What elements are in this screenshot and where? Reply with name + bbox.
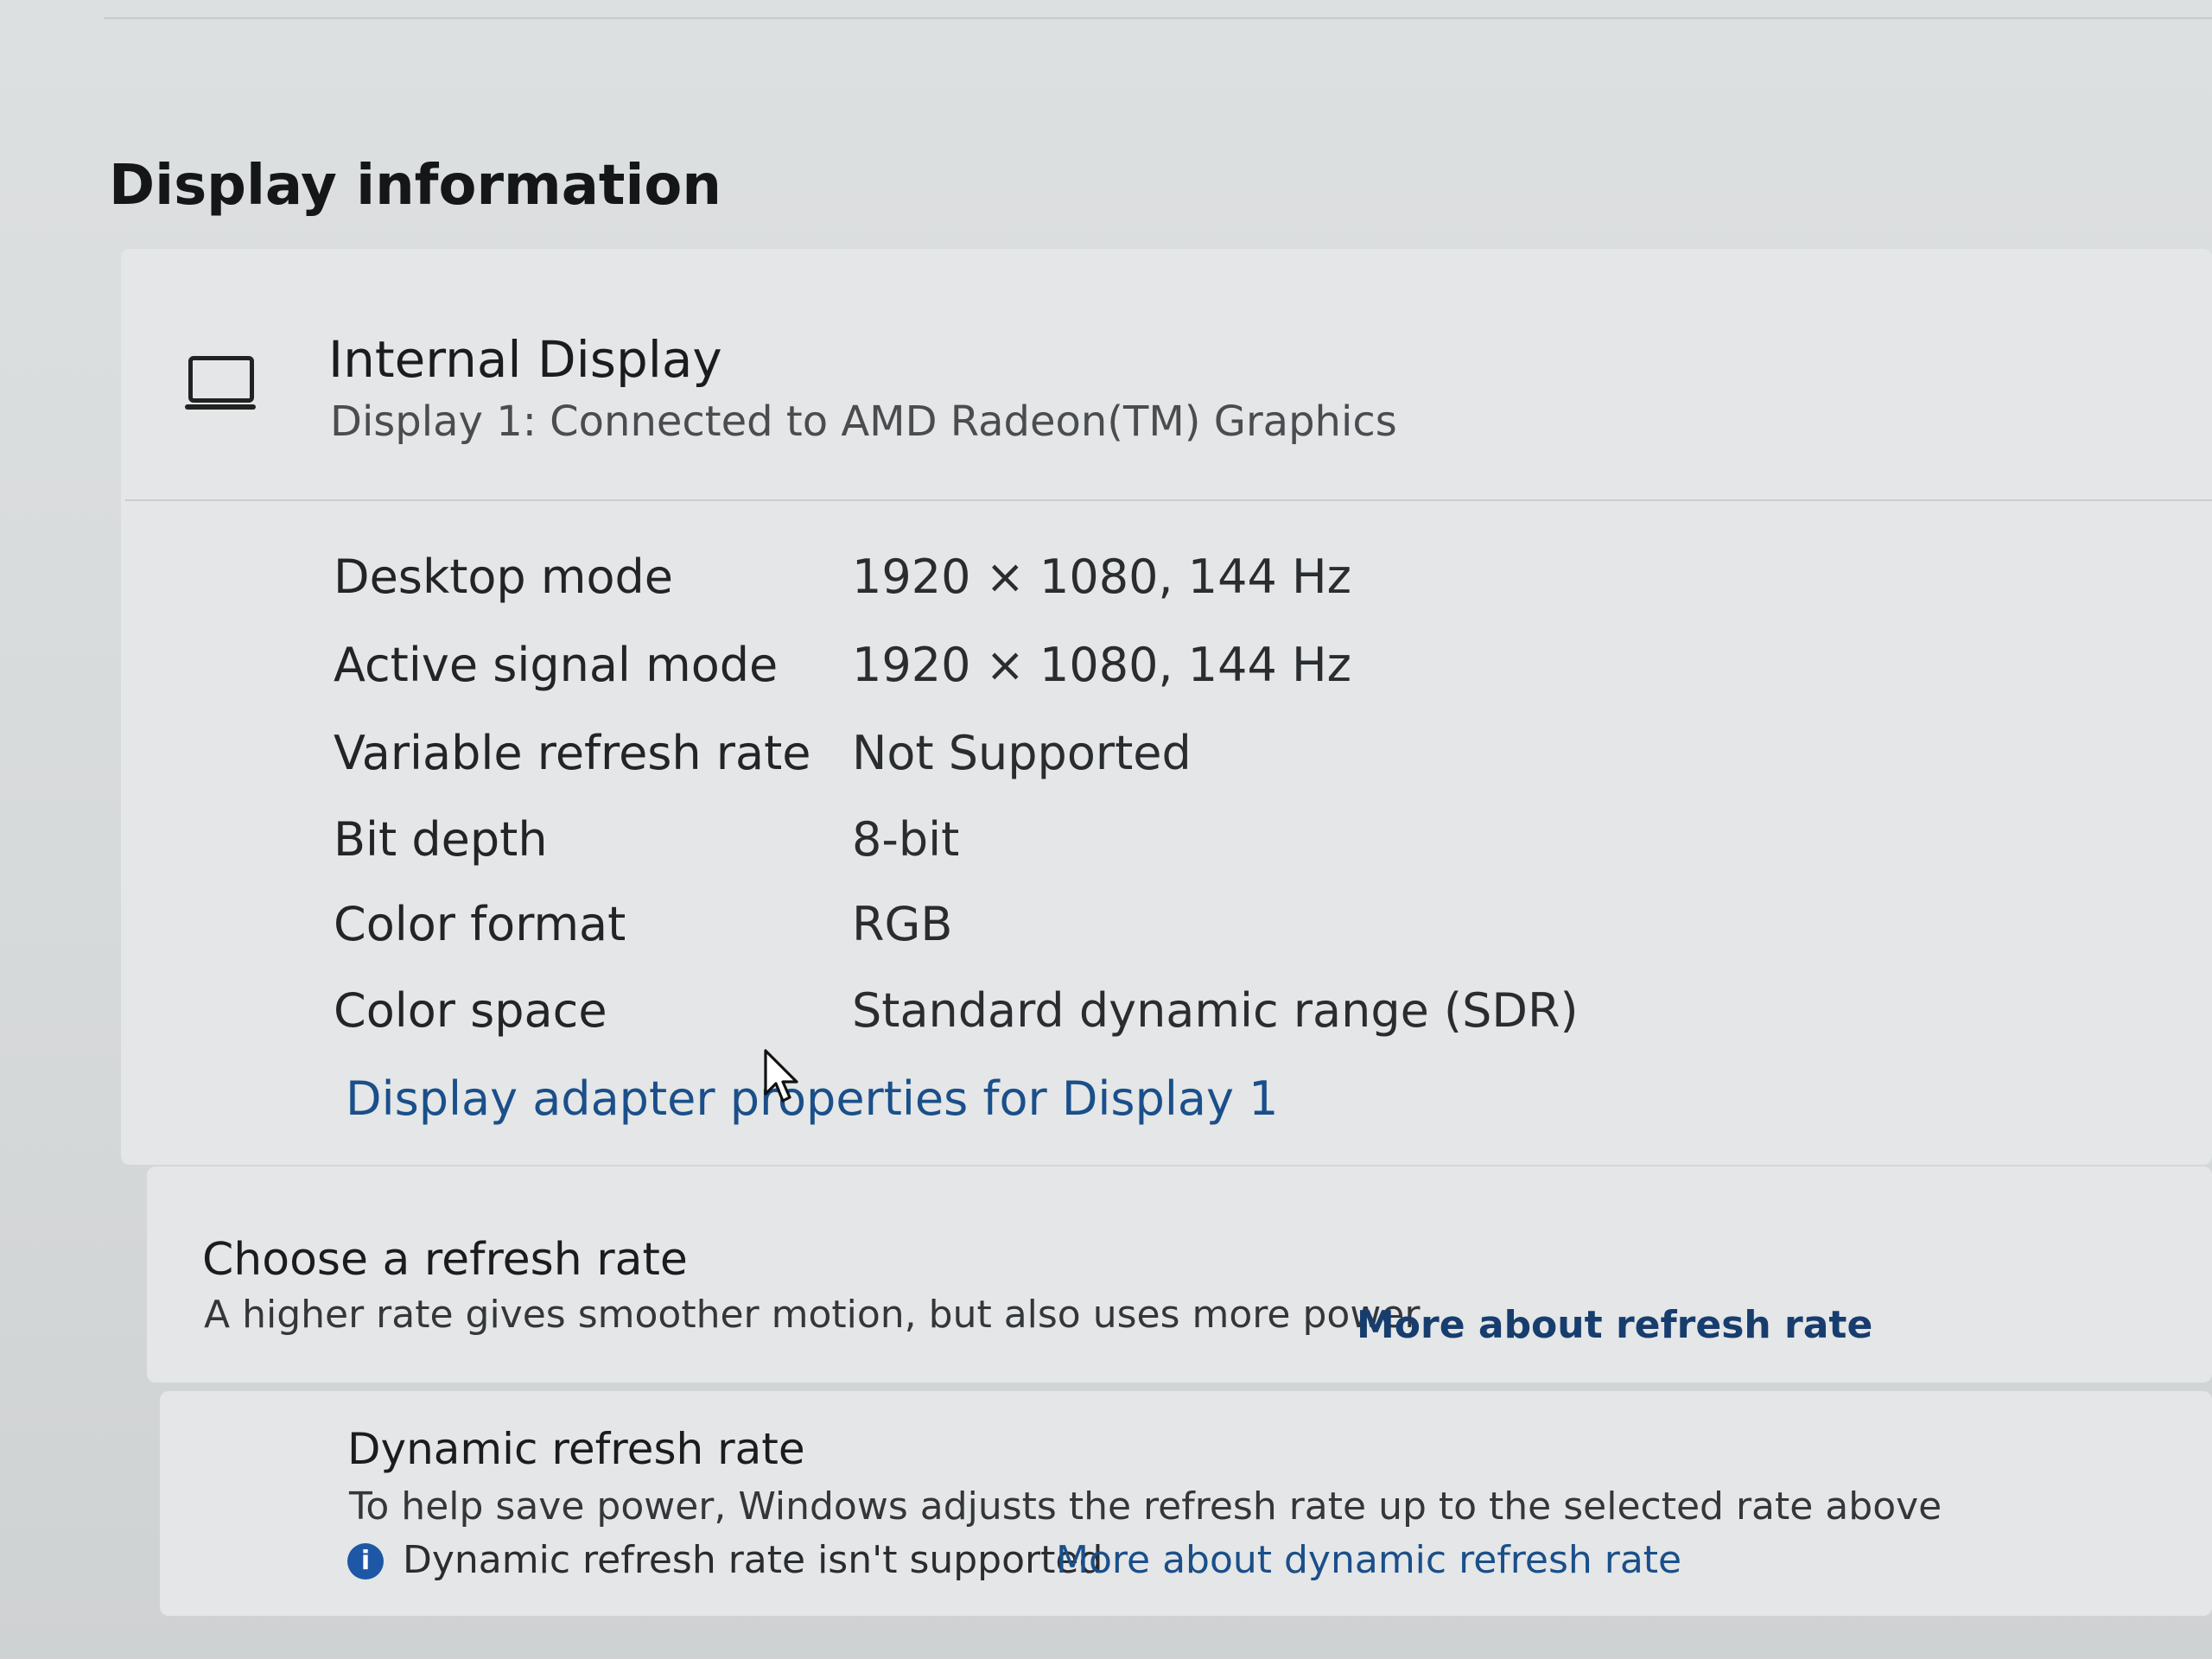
display-subtitle: Display 1: Connected to AMD Radeon(TM) G… <box>330 397 1397 446</box>
info-label: Variable refresh rate <box>334 726 811 780</box>
info-row-bit-depth: Bit depth 8-bit <box>334 812 2062 881</box>
display-name: Internal Display <box>328 330 722 389</box>
dynamic-refresh-title: Dynamic refresh rate <box>347 1424 805 1474</box>
info-value: Not Supported <box>852 726 1192 780</box>
info-row-active-signal-mode: Active signal mode 1920 × 1080, 144 Hz <box>334 638 2062 707</box>
info-value: RGB <box>852 897 953 951</box>
top-divider <box>104 0 2212 19</box>
info-label: Desktop mode <box>334 550 674 604</box>
info-label: Color space <box>334 983 607 1038</box>
card-divider <box>125 499 2212 501</box>
info-row-color-space: Color space Standard dynamic range (SDR) <box>334 983 2062 1052</box>
info-row-desktop-mode: Desktop mode 1920 × 1080, 144 Hz <box>334 550 2062 619</box>
info-value: 1920 × 1080, 144 Hz <box>852 550 1351 604</box>
info-row-variable-refresh-rate: Variable refresh rate Not Supported <box>334 726 2062 795</box>
info-label: Active signal mode <box>334 638 779 692</box>
section-title: Display information <box>109 154 721 218</box>
laptop-icon <box>185 356 256 411</box>
info-label: Bit depth <box>334 812 548 867</box>
info-value: 8-bit <box>852 812 960 867</box>
info-label: Color format <box>334 897 626 951</box>
info-value: Standard dynamic range (SDR) <box>852 983 1579 1038</box>
mouse-cursor-icon <box>764 1049 798 1103</box>
refresh-rate-title: Choose a refresh rate <box>202 1234 688 1286</box>
dynamic-refresh-note: Dynamic refresh rate isn't supported <box>403 1538 1103 1582</box>
info-row-color-format: Color format RGB <box>334 897 2062 966</box>
more-about-refresh-rate-link[interactable]: More about refresh rate <box>1357 1303 1872 1347</box>
display-adapter-properties-link[interactable]: Display adapter properties for Display 1 <box>346 1071 1278 1126</box>
settings-page: Display information Internal Display Dis… <box>0 0 2212 1659</box>
info-icon: i <box>347 1543 384 1580</box>
more-about-dynamic-refresh-link[interactable]: More about dynamic refresh rate <box>1056 1538 1681 1582</box>
info-value: 1920 × 1080, 144 Hz <box>852 638 1351 692</box>
refresh-rate-description: A higher rate gives smoother motion, but… <box>204 1293 1421 1337</box>
dynamic-refresh-description: To help save power, Windows adjusts the … <box>349 1484 1942 1529</box>
